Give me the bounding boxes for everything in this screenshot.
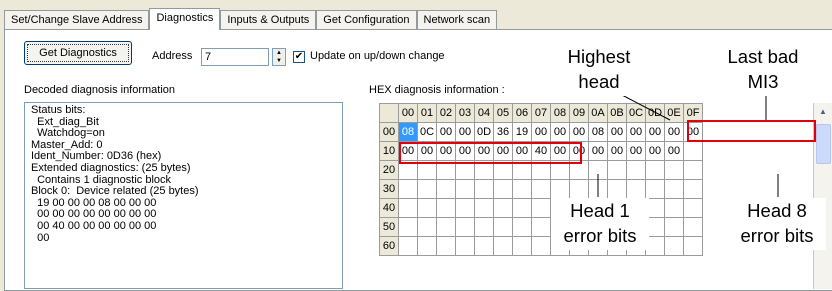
highest-head-pointer — [621, 94, 671, 121]
annotation-lines — [597, 94, 779, 197]
annotation-highest-head: Highest head — [557, 44, 641, 96]
annotation-head8-error-bits: Head 8 error bits — [728, 198, 826, 250]
annotation-last-bad-mi3: Last bad MI3 — [713, 44, 813, 96]
tab-diagnostics[interactable]: Diagnostics — [149, 8, 221, 30]
annotation-head1-error-bits: Head 1 error bits — [551, 198, 649, 250]
